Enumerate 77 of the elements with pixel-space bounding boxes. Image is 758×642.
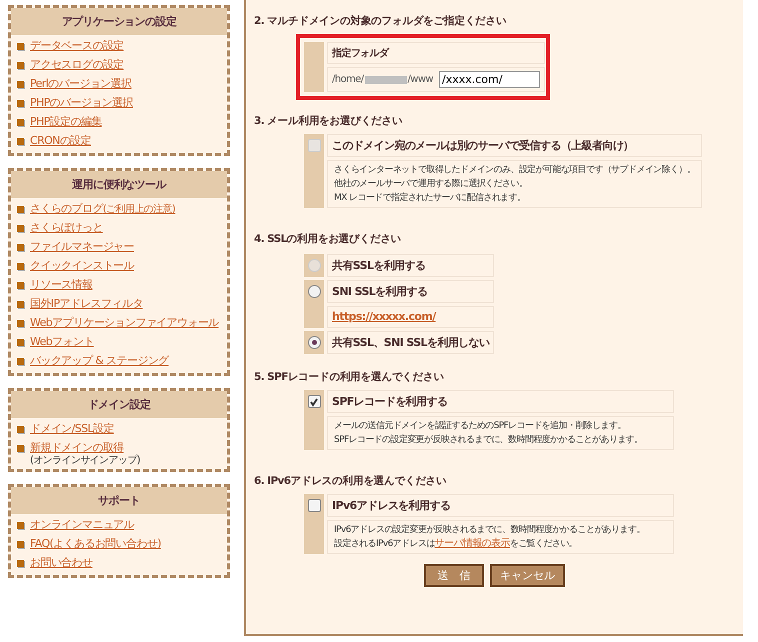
field-label: 指定フォルダ (327, 42, 546, 64)
sidebar-link[interactable]: オンラインマニュアル (30, 518, 134, 531)
bullet-icon (17, 560, 24, 567)
option-label: SNI SSLを利用する (327, 280, 494, 303)
redaction-mark (364, 76, 406, 84)
option-label: 共有SSL、SNI SSLを利用しない (327, 331, 494, 354)
sidebar-link[interactable]: PHP設定の編集 (30, 115, 102, 128)
sidebar-link[interactable]: 国外IPアドレスフィルタ (30, 297, 143, 310)
bullet-icon (17, 445, 24, 452)
description-text: 設定されるIPv6アドレスはサーバ情報の表示をご覧ください。 (334, 537, 578, 551)
sidebar-heading: 運用に便利なツール (11, 171, 227, 198)
bullet-icon (17, 282, 24, 289)
radio-button[interactable] (308, 336, 320, 349)
sidebar-link[interactable]: ファイルマネージャー (30, 240, 134, 253)
section-heading: 2. マルチドメインの対象のフォルダをご指定ください (254, 14, 508, 28)
server-info-link[interactable]: サーバ情報の表示 (434, 538, 510, 549)
form-button[interactable]: 送 信 (424, 564, 484, 587)
bullet-icon (17, 206, 24, 213)
bullet-icon (17, 358, 24, 365)
sidebar-link[interactable]: さくらぽけっと (30, 221, 103, 234)
row-gutter (304, 42, 324, 92)
sidebar-link[interactable]: Webアプリケーションファイアウォール (30, 316, 219, 329)
description-text: IPv6アドレスの設定変更が反映されるまでに、数時間程度かかることがあります。 (334, 524, 646, 537)
description-text: 他社のメールサーバで運用する際に選択ください。 (334, 178, 528, 191)
option-label: SPFレコードを利用する (327, 390, 674, 413)
path-prefix: /home/ (332, 74, 364, 85)
bullet-icon (17, 339, 24, 346)
sidebar-heading: アプリケーションの設定 (11, 8, 227, 35)
bullet-icon (17, 62, 24, 69)
description-text: さくらインターネットで取得したドメインのみ、設定が可能な項目です（サブドメイン除く）。 (334, 164, 696, 177)
option-label: IPv6アドレスを利用する (327, 494, 674, 517)
sidebar-link[interactable]: 新規ドメインの取得 (30, 441, 124, 454)
bullet-icon (17, 301, 24, 308)
sidebar-link[interactable]: Webフォント (30, 335, 94, 348)
checkbox[interactable] (308, 395, 320, 408)
sidebar-link[interactable]: バックアップ & ステージング (30, 354, 169, 367)
section-heading: 5. SPFレコードの利用を選んでください (254, 370, 445, 384)
section-heading: 3. メール利用をお選びください (254, 114, 404, 128)
option-label: 共有SSLを利用する (327, 254, 494, 277)
bullet-icon (17, 541, 24, 548)
bullet-icon (17, 522, 24, 529)
bullet-icon (17, 43, 24, 50)
sidebar-heading: サポート (11, 487, 227, 514)
section-heading: 4. SSLの利用をお選びください (254, 232, 402, 246)
sidebar-note: (オンラインサインアップ) (30, 455, 140, 467)
sidebar-link[interactable]: ドメイン/SSL設定 (30, 422, 114, 435)
sidebar-link[interactable]: アクセスログの設定 (30, 58, 124, 71)
sidebar-link[interactable]: クイックインストール (30, 259, 134, 272)
sidebar-link[interactable]: CRONの設定 (30, 134, 92, 147)
bullet-icon (17, 119, 24, 126)
radio-button[interactable] (308, 285, 320, 298)
sidebar-link[interactable]: PHPのバージョン選択 (30, 96, 133, 109)
description-text: メールの送信元ドメインを認証するためのSPFレコードを追加・削除します。 (334, 420, 627, 433)
sidebar-link[interactable]: さくらのブログ (30, 202, 103, 215)
sidebar-link[interactable]: (ご利用上の注意) (102, 204, 176, 215)
description-text: SPFレコードの設定変更が反映されるまでに、数時間程度かかることがあります。 (334, 434, 644, 447)
sidebar-link[interactable]: FAQ(よくあるお問い合わせ) (30, 537, 161, 550)
sidebar-link[interactable]: リソース情報 (30, 278, 92, 291)
option-label: このドメイン宛のメールは別のサーバで受信する（上級者向け） (327, 134, 702, 157)
bullet-icon (17, 225, 24, 232)
sidebar-heading: ドメイン設定 (11, 391, 227, 418)
bullet-icon (17, 244, 24, 251)
bullet-icon (17, 426, 24, 433)
folder-input[interactable]: /xxxx.com/ (439, 71, 540, 88)
checkbox[interactable] (308, 499, 320, 512)
sidebar-link[interactable]: Perlのバージョン選択 (30, 77, 132, 90)
bullet-icon (17, 138, 24, 145)
sidebar-link[interactable]: データベースの設定 (30, 39, 124, 52)
bullet-icon (17, 263, 24, 270)
bullet-icon (17, 100, 24, 107)
description-text: MX レコードで指定されたサーバに配信されます。 (334, 192, 526, 205)
bullet-icon (17, 81, 24, 88)
section-heading: 6. IPv6アドレスの利用を選んでください (254, 474, 448, 488)
bullet-icon (17, 320, 24, 327)
form-button[interactable]: キャンセル (490, 564, 565, 587)
sidebar-link[interactable]: お問い合わせ (30, 556, 92, 569)
path-suffix: /www (408, 74, 434, 85)
